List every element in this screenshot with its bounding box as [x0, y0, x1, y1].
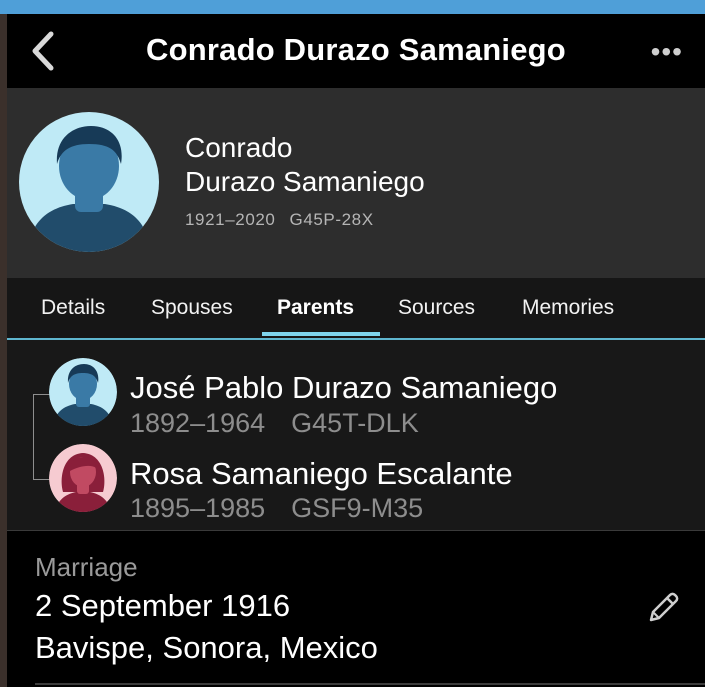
- app-screen: Conrado Durazo Samaniego ••• Conrado Dur…: [7, 14, 705, 687]
- marriage-section: Marriage 2 September 1916 Bavispe, Sonor…: [7, 532, 705, 687]
- parent-id: GSF9-M35: [291, 493, 424, 523]
- male-avatar-icon: [49, 358, 117, 426]
- parent-name-father[interactable]: José Pablo Durazo Samaniego: [130, 370, 557, 406]
- status-stripe: [0, 0, 705, 14]
- parent-meta-father: 1892–1964 G45T-DLK: [130, 408, 419, 439]
- tab-details[interactable]: Details: [41, 296, 105, 320]
- edit-marriage-button[interactable]: [643, 588, 683, 628]
- female-avatar-icon: [49, 444, 117, 512]
- nav-bar: Conrado Durazo Samaniego •••: [7, 14, 705, 88]
- person-lifespan: 1921–2020: [185, 210, 276, 229]
- divider: [7, 530, 705, 531]
- tab-sources[interactable]: Sources: [398, 296, 475, 320]
- more-icon: •••: [650, 36, 683, 67]
- divider: [35, 683, 705, 685]
- tab-memories[interactable]: Memories: [522, 296, 614, 320]
- person-given-name: Conrado: [185, 132, 293, 163]
- person-surname: Durazo Samaniego: [185, 166, 425, 197]
- marriage-date: 2 September 1916: [35, 588, 291, 623]
- male-avatar-icon: [27, 126, 151, 252]
- parent-lifespan: 1895–1985: [130, 493, 266, 523]
- avatar[interactable]: [19, 112, 159, 252]
- parent-avatar-father[interactable]: [49, 358, 117, 426]
- pencil-icon: [649, 592, 679, 622]
- more-options-button[interactable]: •••: [651, 36, 683, 68]
- tab-parents[interactable]: Parents: [277, 296, 354, 320]
- parent-lifespan: 1892–1964: [130, 408, 266, 438]
- active-tab-indicator: [262, 332, 380, 336]
- parent-name-mother[interactable]: Rosa Samaniego Escalante: [130, 456, 513, 492]
- marriage-place: Bavispe, Sonora, Mexico: [35, 630, 378, 665]
- parent-avatar-mother[interactable]: [49, 444, 117, 512]
- person-id: G45P-28X: [289, 210, 374, 229]
- parent-id: G45T-DLK: [291, 408, 419, 438]
- person-meta: 1921–2020 G45P-28X: [185, 210, 374, 230]
- page-title: Conrado Durazo Samaniego: [146, 32, 566, 67]
- parents-list: José Pablo Durazo Samaniego 1892–1964 G45…: [7, 340, 705, 530]
- tab-bar: Details Spouses Parents Sources Memories: [7, 278, 705, 340]
- person-header: Conrado Durazo Samaniego 1921–2020 G45P-2…: [7, 88, 705, 278]
- tab-spouses[interactable]: Spouses: [151, 296, 233, 320]
- marriage-label: Marriage: [35, 552, 138, 582]
- parent-meta-mother: 1895–1985 GSF9-M35: [130, 493, 423, 524]
